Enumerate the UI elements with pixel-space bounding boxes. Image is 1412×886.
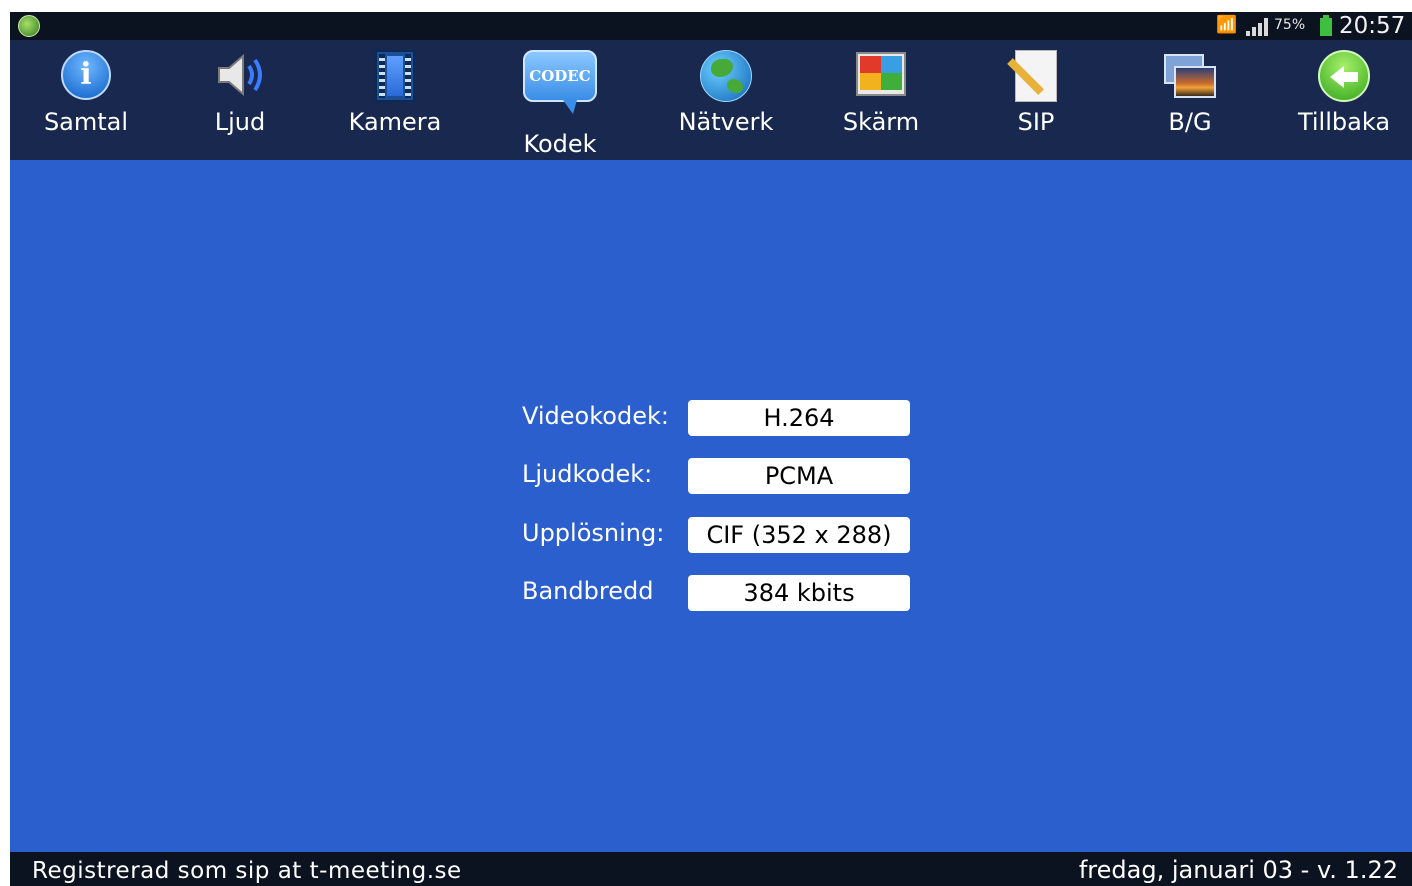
- resolution-label: Upplösning:: [522, 519, 665, 547]
- tab-label: Samtal: [43, 108, 129, 136]
- document-icon: [1015, 50, 1057, 102]
- date-version: fredag, januari 03 - v. 1.22: [1078, 856, 1398, 884]
- t-meeting-app-icon: [18, 15, 40, 37]
- video-codec-row: Videokodek: H.264: [522, 400, 922, 436]
- film-icon: [375, 50, 415, 102]
- resolution-row: Upplösning: CIF (352 x 288): [522, 517, 922, 553]
- battery-icon: [1320, 15, 1332, 36]
- signal-icon: [1246, 18, 1272, 36]
- tab-skarm[interactable]: Skärm: [821, 40, 941, 160]
- tab-label: Kamera: [348, 108, 442, 136]
- tab-kodek[interactable]: CODEC Kodek: [500, 40, 620, 160]
- tab-bg[interactable]: B/G: [1130, 40, 1250, 160]
- globe-icon: [700, 50, 752, 102]
- tab-label: SIP: [1017, 108, 1055, 136]
- bandwidth-row: Bandbredd 384 kbits: [522, 575, 922, 611]
- image-icon: [1164, 54, 1216, 98]
- audio-codec-row: Ljudkodek: PCMA: [522, 458, 922, 494]
- app-window: 📶 75% 20:57 i Samtal Ljud Kamera CODEC K…: [10, 12, 1412, 886]
- tab-sip[interactable]: SIP: [976, 40, 1096, 160]
- bandwidth-label: Bandbredd: [522, 577, 654, 605]
- tab-kamera[interactable]: Kamera: [335, 40, 455, 160]
- info-icon: i: [61, 50, 111, 100]
- tab-natverk[interactable]: Nätverk: [666, 40, 786, 160]
- tab-label: Skärm: [842, 108, 920, 136]
- tab-label: Tillbaka: [1297, 108, 1391, 136]
- registration-status: Registrerad som sip at t-meeting.se: [32, 858, 462, 884]
- audio-codec-label: Ljudkodek:: [522, 460, 653, 488]
- screen-icon: [856, 52, 906, 96]
- tab-label: B/G: [1168, 108, 1212, 136]
- wifi-icon: 📶: [1216, 15, 1238, 35]
- speaker-icon: [218, 53, 262, 97]
- footer-bar: Registrerad som sip at t-meeting.se fred…: [10, 852, 1412, 886]
- settings-toolbar: i Samtal Ljud Kamera CODEC Kodek Nätverk: [10, 40, 1412, 160]
- battery-percent: 75%: [1274, 17, 1306, 33]
- status-bar: 📶 75% 20:57: [10, 12, 1412, 40]
- tab-label: Nätverk: [678, 108, 774, 136]
- tab-label: Ljud: [214, 108, 266, 136]
- video-codec-field[interactable]: H.264: [688, 400, 910, 436]
- audio-codec-field[interactable]: PCMA: [688, 458, 910, 494]
- bandwidth-field[interactable]: 384 kbits: [688, 575, 910, 611]
- video-codec-label: Videokodek:: [522, 402, 669, 430]
- tab-label: Kodek: [523, 130, 597, 158]
- clock: 20:57: [1339, 13, 1406, 39]
- tab-ljud[interactable]: Ljud: [180, 40, 300, 160]
- codec-icon: CODEC: [523, 50, 597, 114]
- tab-samtal[interactable]: i Samtal: [26, 40, 146, 160]
- resolution-field[interactable]: CIF (352 x 288): [688, 517, 910, 553]
- back-arrow-icon: [1318, 50, 1370, 102]
- back-button[interactable]: Tillbaka: [1284, 40, 1404, 160]
